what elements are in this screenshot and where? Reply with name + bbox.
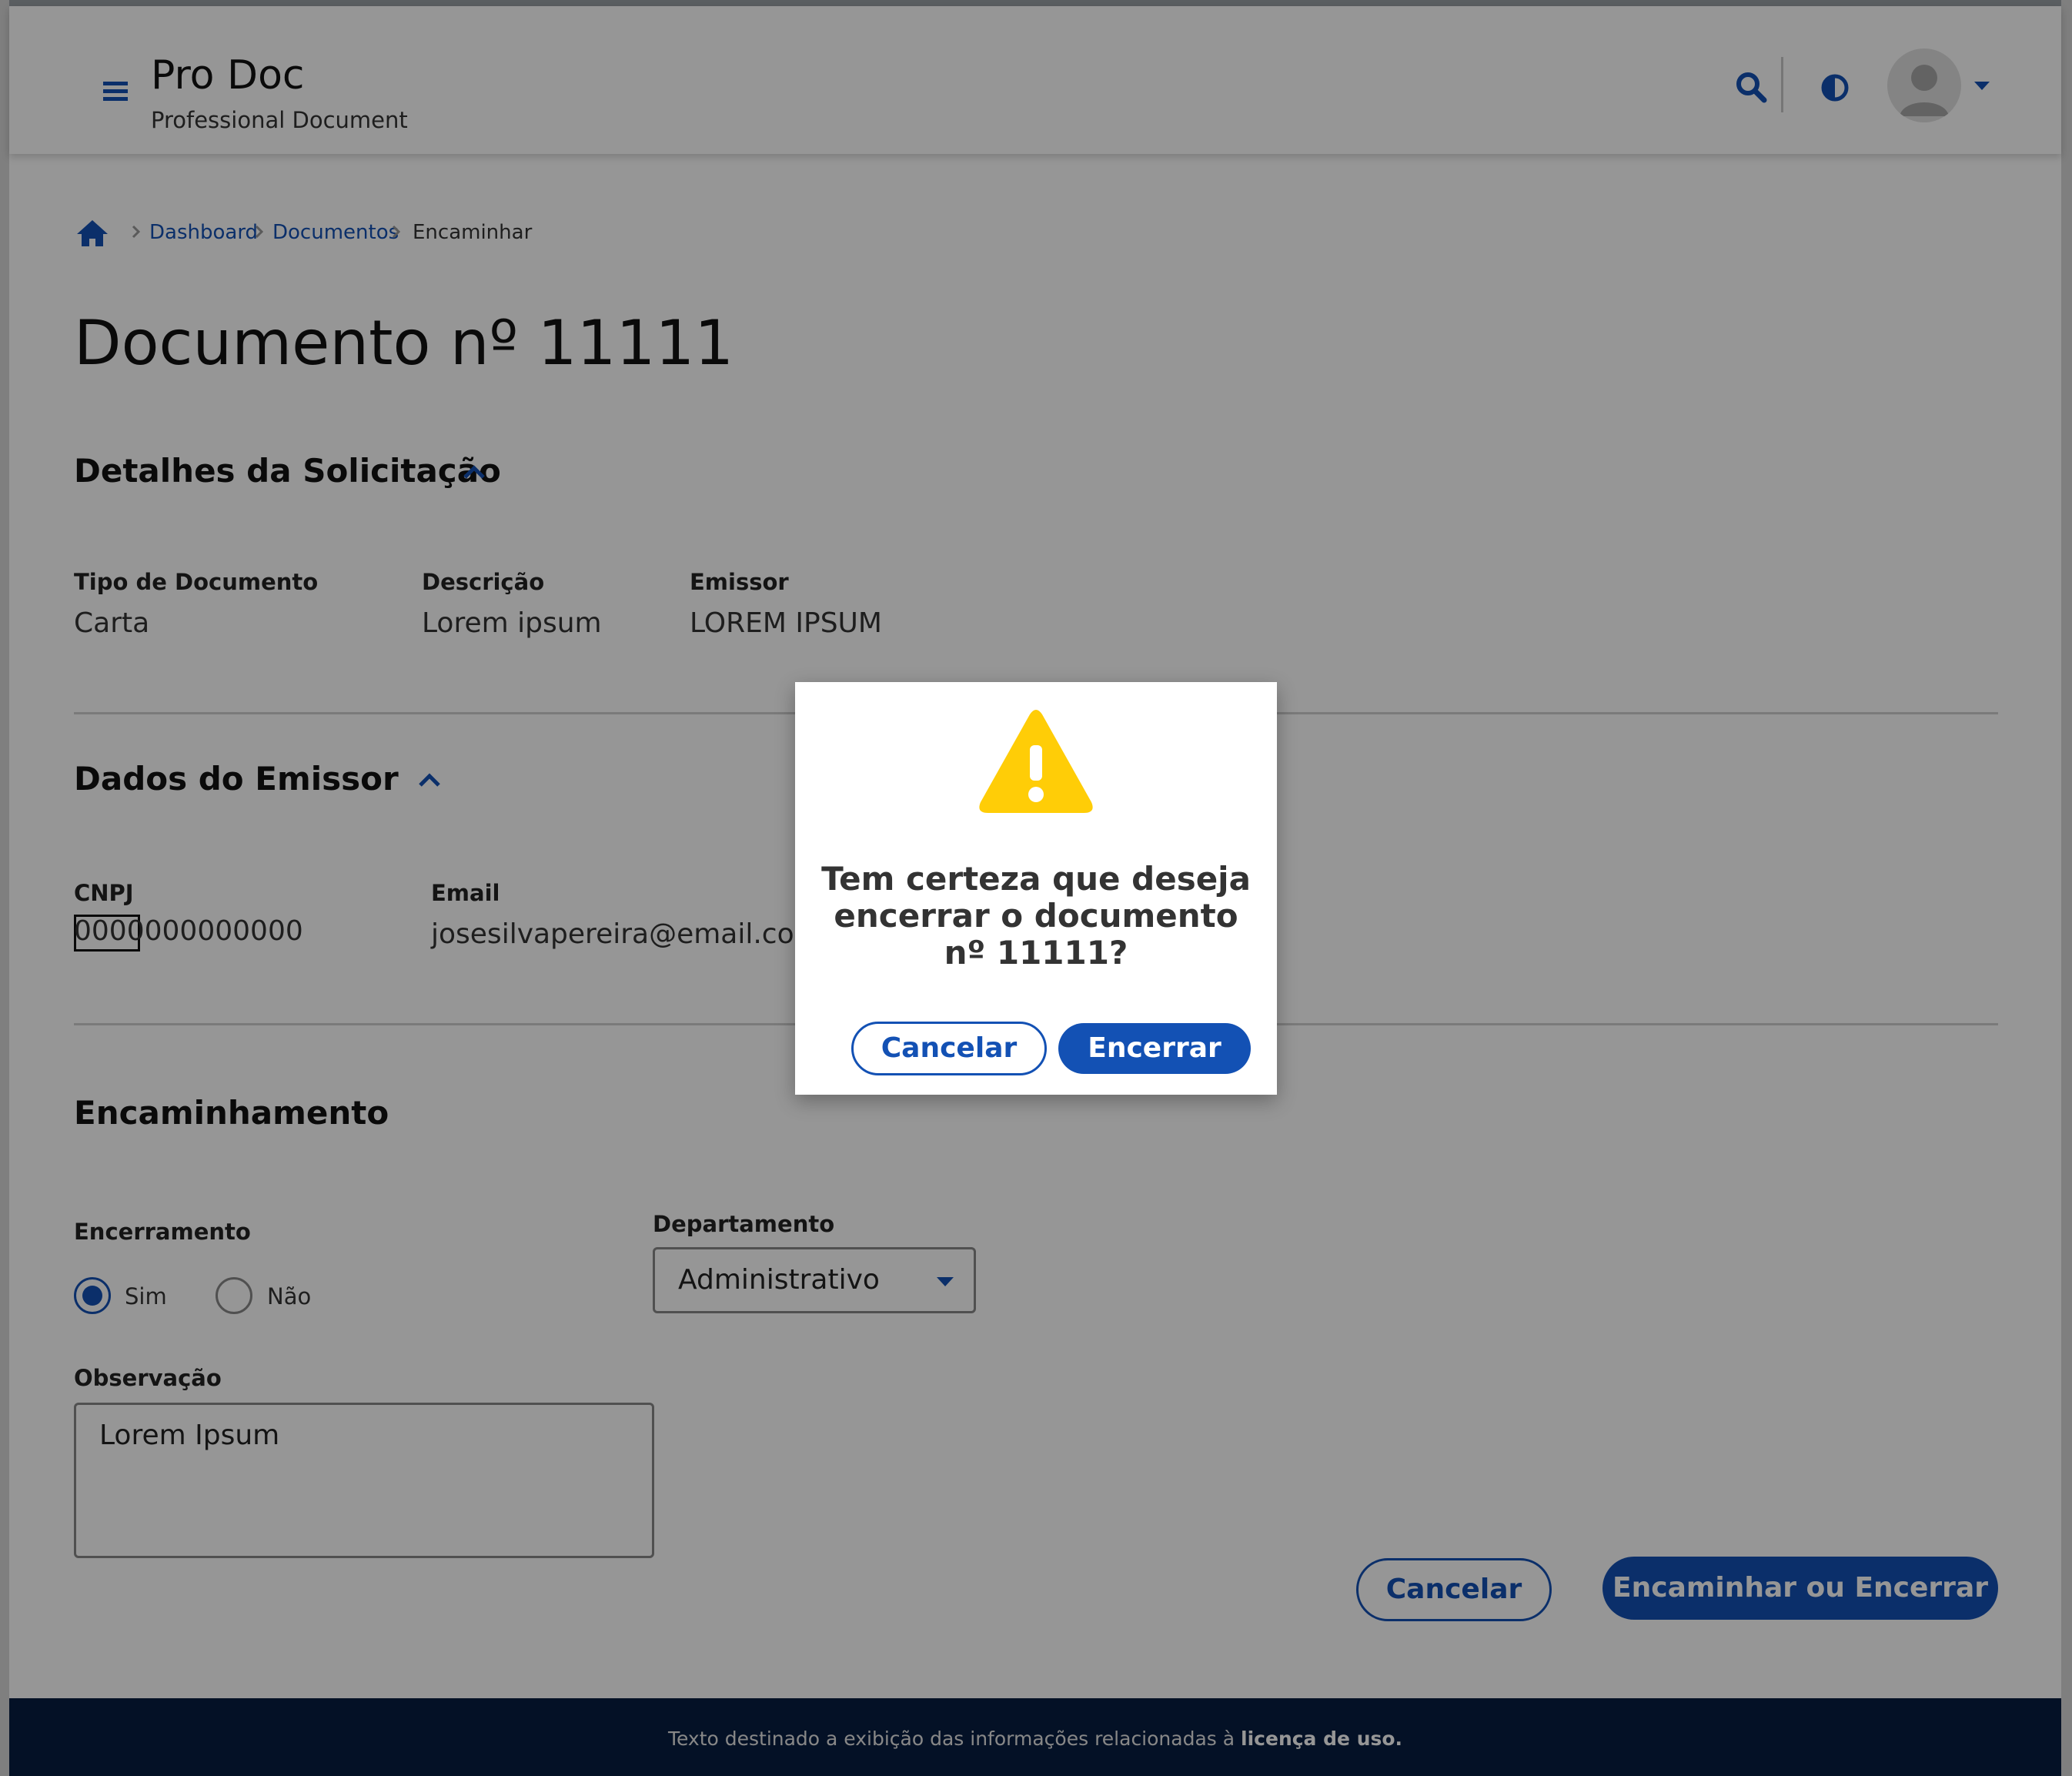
warning-icon bbox=[979, 710, 1093, 813]
dialog-message: Tem certeza que deseja encerrar o docume… bbox=[821, 860, 1251, 972]
confirm-dialog: Tem certeza que deseja encerrar o docume… bbox=[795, 682, 1277, 1095]
dialog-confirm-button[interactable]: Encerrar bbox=[1058, 1023, 1251, 1074]
dialog-cancel-button[interactable]: Cancelar bbox=[851, 1022, 1047, 1075]
